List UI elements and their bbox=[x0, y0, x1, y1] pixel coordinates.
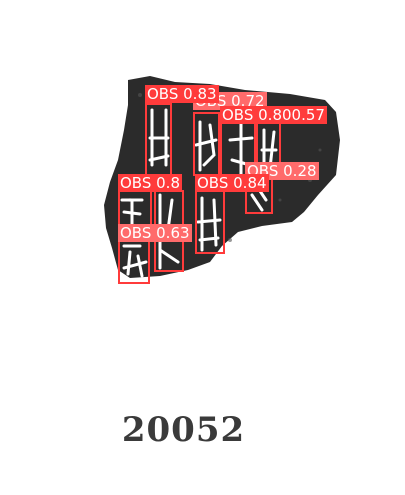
detection-box bbox=[195, 188, 225, 254]
detection-box bbox=[193, 112, 220, 176]
detection-label: OBS 0.8 bbox=[118, 174, 182, 192]
detection-label: OBS 0.83 bbox=[145, 85, 219, 103]
detection-label: OBS 0.63 bbox=[118, 224, 192, 242]
detection-image-view: OBS 0.72 OBS 0.83 OBS 0.800.57 OBS 0.28 … bbox=[0, 0, 405, 495]
detection-box bbox=[118, 236, 150, 284]
detection-box bbox=[145, 103, 172, 177]
detection-label: OBS 0.800.57 bbox=[220, 106, 327, 124]
detection-label: OBS 0.84 bbox=[195, 174, 269, 192]
catalog-number: 20052 bbox=[121, 410, 246, 450]
